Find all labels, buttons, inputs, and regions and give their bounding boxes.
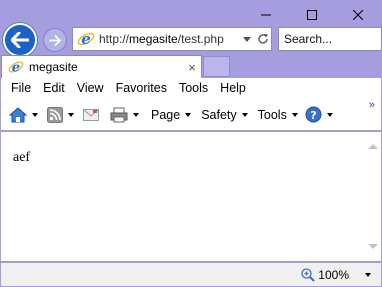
forward-arrow-icon (49, 34, 61, 46)
scroll-up-icon[interactable] (368, 144, 378, 149)
read-mail-button[interactable] (83, 103, 99, 127)
back-button[interactable] (3, 23, 37, 57)
menu-help[interactable]: Help (214, 78, 252, 99)
menu-bar: File Edit View Favorites Tools Help (1, 78, 381, 99)
page-content: aef (1, 131, 381, 262)
vertical-scrollbar[interactable] (364, 132, 381, 261)
page-text: aef (13, 150, 31, 165)
tab-title: megasite (29, 60, 78, 74)
address-bar[interactable]: e http://megasite/test.php (72, 27, 272, 51)
url-text: http://megasite/test.php (99, 32, 224, 46)
zoom-level: 100% (318, 267, 349, 282)
safety-menu-label: Safety (201, 107, 237, 122)
print-button[interactable] (110, 103, 139, 127)
scroll-down-icon[interactable] (368, 244, 378, 249)
tools-menu-label: Tools (257, 107, 287, 122)
close-icon (353, 10, 363, 20)
printer-icon (110, 107, 128, 122)
forward-button[interactable] (43, 28, 67, 52)
page-menu-label: Page (151, 107, 181, 122)
address-dropdown-button[interactable] (239, 28, 255, 50)
svg-text:e: e (81, 30, 91, 48)
chevron-down-icon (68, 112, 74, 117)
page-menu-button[interactable]: Page (148, 103, 192, 127)
back-arrow-icon (11, 32, 29, 48)
ie-page-icon: e (77, 30, 95, 48)
chevron-down-icon (326, 112, 333, 117)
minimize-icon (261, 14, 271, 16)
tab-megasite[interactable]: e megasite × (1, 55, 202, 78)
overflow-chevron-icon[interactable]: » (369, 99, 375, 111)
new-tab-button[interactable] (203, 56, 230, 77)
minimize-button[interactable] (243, 0, 289, 30)
menu-view[interactable]: View (71, 78, 110, 99)
status-bar: 100% (1, 263, 381, 286)
home-button[interactable] (9, 103, 38, 127)
feeds-button[interactable] (47, 103, 74, 127)
refresh-icon (258, 34, 268, 44)
zoom-icon (301, 267, 316, 282)
maximize-button[interactable] (289, 0, 335, 30)
chevron-down-icon (133, 112, 139, 117)
menu-edit[interactable]: Edit (37, 78, 71, 99)
ie-tab-icon: e (8, 59, 24, 75)
chevron-down-icon (185, 112, 192, 117)
menu-tools[interactable]: Tools (173, 78, 214, 99)
search-placeholder: Search... (284, 32, 333, 46)
svg-text:?: ? (310, 109, 316, 122)
rss-feed-icon (47, 106, 63, 123)
chevron-down-icon (365, 272, 371, 277)
chevron-down-icon (291, 112, 298, 117)
help-icon: ? (305, 106, 322, 123)
chevron-down-icon (241, 112, 248, 117)
safety-menu-button[interactable]: Safety (198, 103, 248, 127)
search-box[interactable]: Search... (278, 27, 382, 51)
tab-close-icon[interactable]: × (183, 60, 201, 75)
browser-window: e http://megasite/test.php Search... e m… (0, 0, 382, 287)
chevron-down-icon (243, 36, 251, 42)
command-bar: Page Safety Tools ? » (1, 99, 381, 130)
help-menu-button[interactable]: ? (305, 103, 333, 127)
svg-text:e: e (12, 59, 20, 75)
tools-menu-button[interactable]: Tools (255, 103, 298, 127)
maximize-icon (307, 10, 317, 20)
close-window-button[interactable] (335, 0, 381, 30)
refresh-button[interactable] (255, 28, 271, 50)
home-icon (9, 106, 27, 122)
mail-icon (83, 108, 99, 121)
menu-file[interactable]: File (1, 78, 37, 99)
chevron-down-icon (32, 112, 38, 117)
menu-favorites[interactable]: Favorites (110, 78, 173, 99)
zoom-control[interactable]: 100% (301, 268, 371, 282)
